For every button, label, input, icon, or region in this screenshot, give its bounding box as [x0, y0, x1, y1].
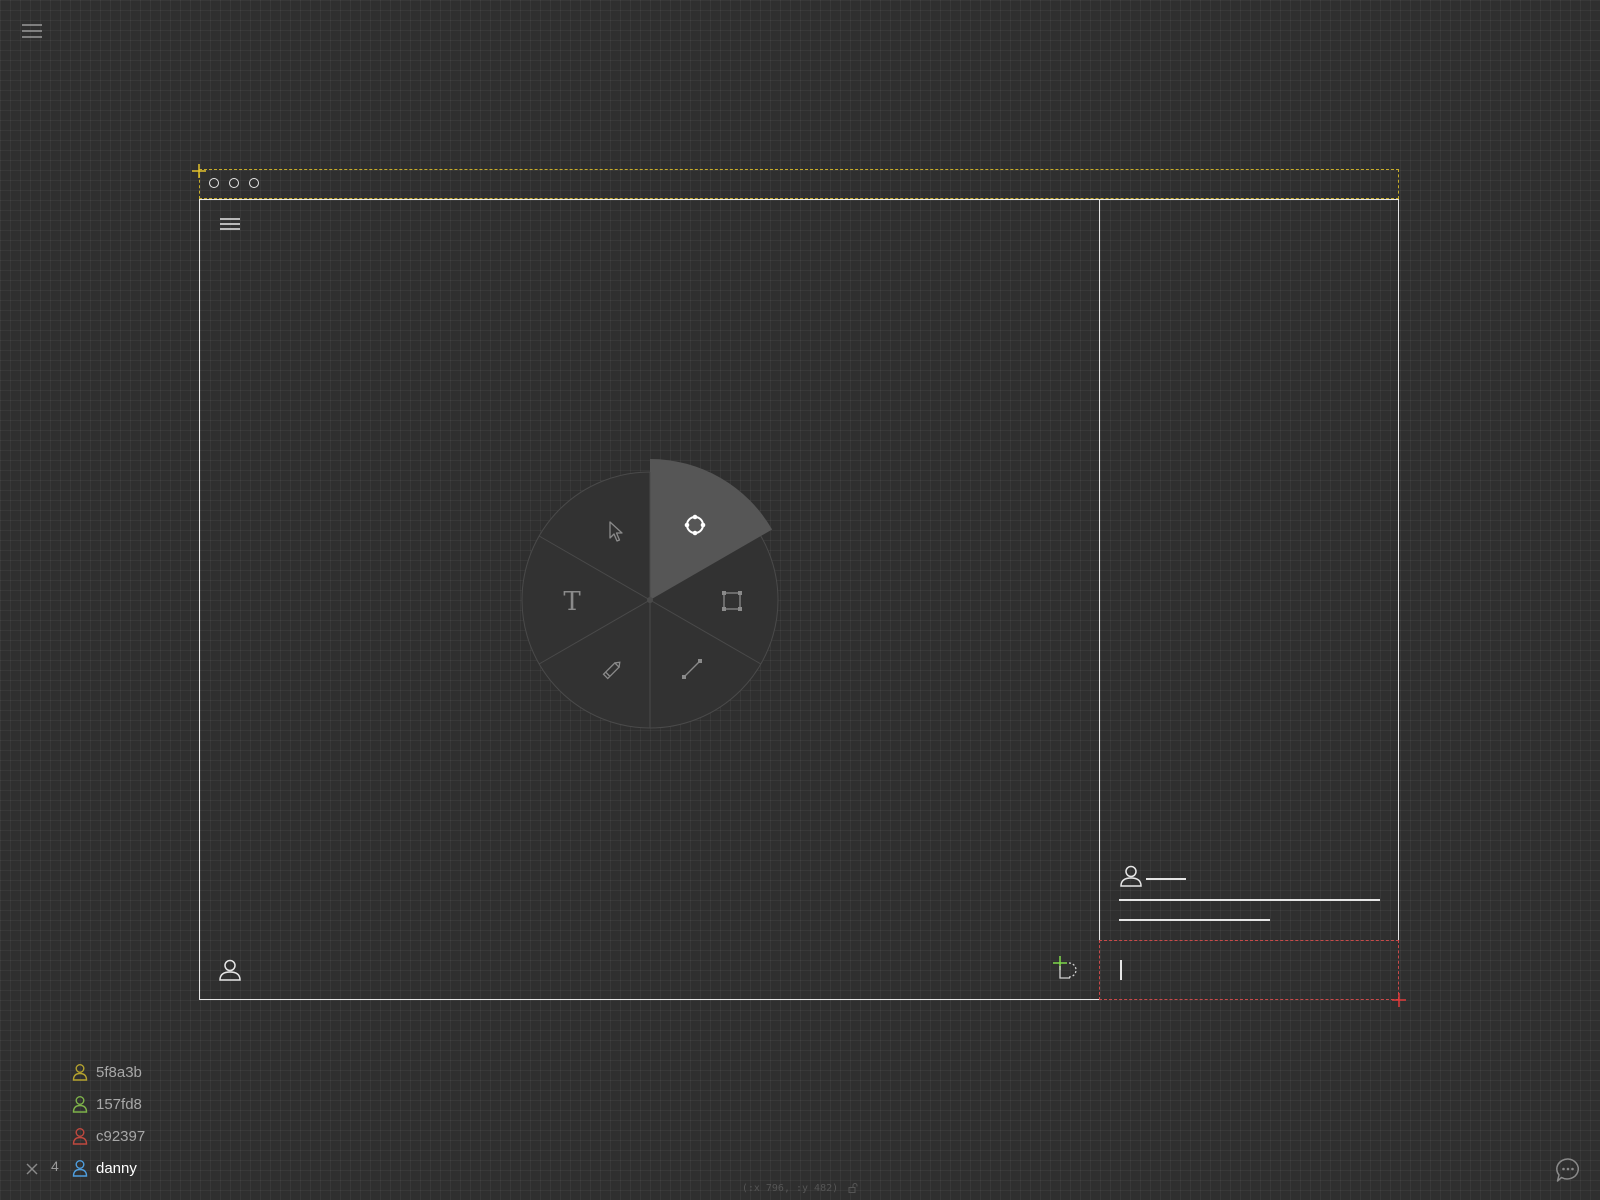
user-icon	[219, 959, 241, 981]
coordinates-text: (:x 796, :y 482)	[741, 1183, 839, 1194]
user-count: 4	[51, 1158, 59, 1174]
side-panel-frame[interactable]	[1099, 199, 1399, 940]
user-list-item[interactable]: c92397	[72, 1125, 145, 1147]
titlebar-frame[interactable]	[199, 169, 1399, 199]
green-anchor-marker[interactable]	[1052, 954, 1082, 982]
user-icon	[72, 1128, 88, 1145]
window-dot-circle	[229, 178, 239, 188]
user-name: danny	[96, 1159, 137, 1177]
hamburger-icon	[220, 218, 240, 230]
user-name: c92397	[96, 1127, 146, 1145]
message-text-line	[1119, 919, 1270, 921]
chat-bubble-icon[interactable]	[1555, 1157, 1581, 1183]
red-anchor-marker[interactable]	[1392, 993, 1406, 1007]
yellow-anchor-marker[interactable]	[192, 164, 206, 178]
user-list-item-current[interactable]: danny	[72, 1157, 137, 1179]
coordinates-readout: (:x 796, :y 482)	[0, 1183, 1600, 1194]
hamburger-icon[interactable]	[20, 22, 44, 40]
user-list-item[interactable]: 157fd8	[72, 1093, 142, 1115]
user-icon	[1120, 865, 1142, 887]
text-cursor	[1120, 960, 1122, 980]
message-name-line	[1146, 878, 1186, 880]
window-dot-circle	[209, 178, 219, 188]
window-dot-circle	[249, 178, 259, 188]
message-text-line	[1119, 899, 1380, 901]
chat-input-frame[interactable]	[1099, 940, 1399, 1000]
user-name: 157fd8	[96, 1095, 142, 1113]
close-icon[interactable]	[25, 1162, 39, 1176]
radial-tool-menu[interactable]: T	[500, 440, 800, 740]
user-icon	[72, 1096, 88, 1113]
user-icon	[72, 1064, 88, 1081]
user-list-item[interactable]: 5f8a3b	[72, 1061, 142, 1083]
unlock-icon[interactable]	[848, 1183, 858, 1193]
text-icon[interactable]: T	[563, 587, 581, 617]
user-name: 5f8a3b	[96, 1063, 142, 1081]
user-icon	[72, 1160, 88, 1177]
